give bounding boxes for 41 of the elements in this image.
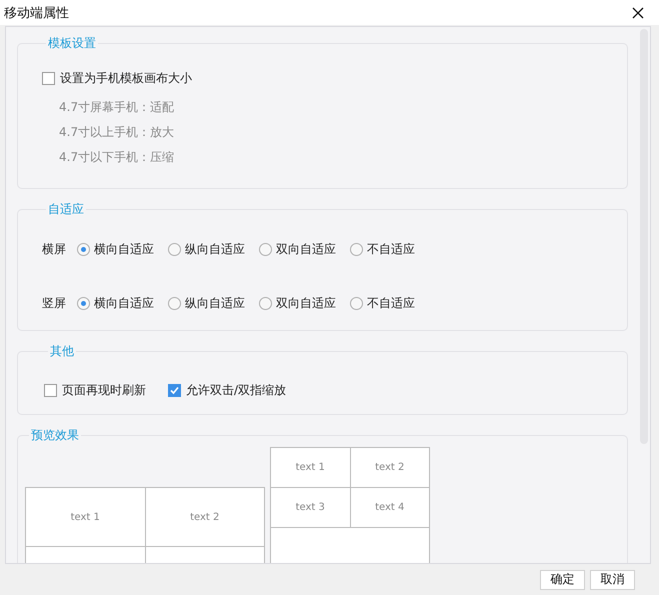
- table-cell: text 2: [144, 488, 264, 546]
- radio-label[interactable]: 纵向自适应: [185, 241, 245, 258]
- section-title: 其他: [49, 343, 75, 360]
- section-title: 自适应: [47, 201, 85, 218]
- note-text: 4.7寸以下手机：压缩: [59, 149, 176, 166]
- section-title: 预览效果: [30, 427, 80, 444]
- radio-button[interactable]: [259, 297, 272, 310]
- window-title: 移动端属性: [4, 4, 69, 22]
- checkbox-label[interactable]: 设置为手机模板画布大小: [60, 70, 192, 87]
- radio-button[interactable]: [350, 243, 363, 256]
- checkbox[interactable]: [168, 384, 181, 397]
- table-cell-text: text 3: [294, 501, 326, 515]
- table-cell: text 4: [350, 488, 429, 527]
- close-icon[interactable]: [632, 6, 644, 18]
- radio-button[interactable]: [77, 243, 90, 256]
- dialog-button[interactable]: 取消: [590, 570, 635, 590]
- radio-button[interactable]: [350, 297, 363, 310]
- radio-label[interactable]: 不自适应: [367, 241, 415, 258]
- checkbox-label[interactable]: 页面再现时刷新: [62, 382, 146, 399]
- dialog-button[interactable]: 确定: [540, 570, 585, 590]
- radio-label[interactable]: 横向自适应: [94, 241, 154, 258]
- note-text: 4.7寸屏幕手机：适配: [59, 99, 176, 116]
- radio-label[interactable]: 双向自适应: [276, 241, 336, 258]
- orientation-label: 横屏: [42, 241, 67, 258]
- table-cell-text: text 1: [294, 461, 326, 475]
- checkbox[interactable]: [44, 384, 57, 397]
- section-title: 模板设置: [47, 35, 97, 52]
- radio-label[interactable]: 纵向自适应: [185, 295, 245, 312]
- radio-label[interactable]: 双向自适应: [276, 295, 336, 312]
- radio-label[interactable]: 横向自适应: [94, 295, 154, 312]
- table-cell: text 2: [350, 448, 429, 487]
- checkbox-label[interactable]: 允许双击/双指缩放: [186, 382, 286, 399]
- radio-button[interactable]: [77, 297, 90, 310]
- checkbox[interactable]: [42, 72, 55, 85]
- table-cell-text: text 1: [70, 510, 101, 524]
- radio-label[interactable]: 不自适应: [367, 295, 415, 312]
- radio-button[interactable]: [259, 243, 272, 256]
- radio-button[interactable]: [168, 297, 181, 310]
- orientation-label: 竖屏: [42, 295, 67, 312]
- note-text: 4.7寸以上手机：放大: [59, 124, 176, 141]
- radio-button[interactable]: [168, 243, 181, 256]
